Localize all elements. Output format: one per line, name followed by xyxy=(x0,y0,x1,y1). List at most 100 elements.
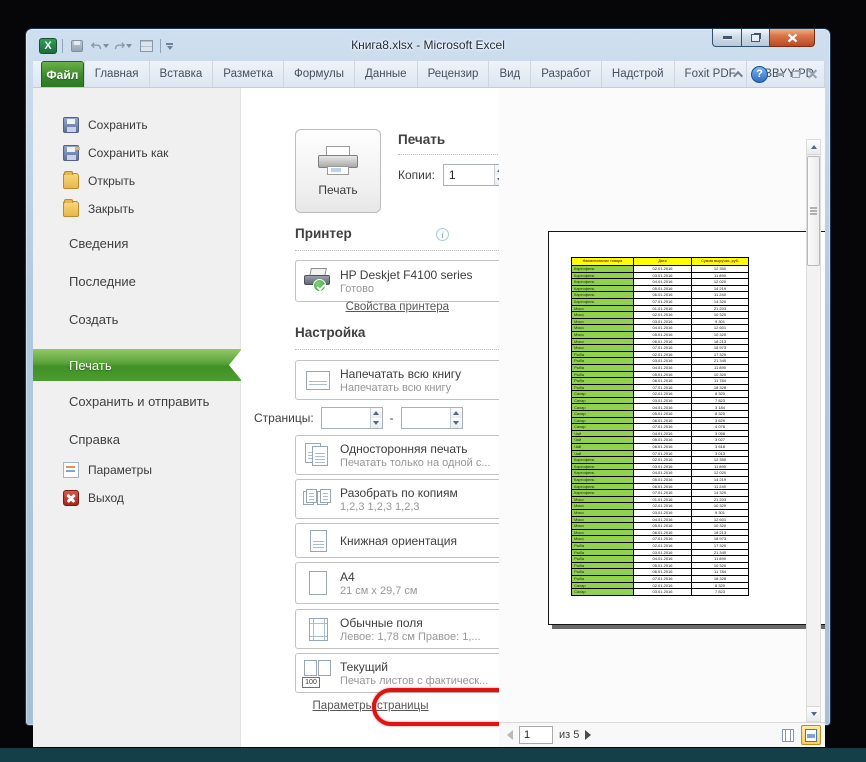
scaling-dropdown[interactable]: 100 Текущий Печать листов с фактическ... xyxy=(295,653,520,693)
pages-to-input[interactable] xyxy=(401,408,450,428)
preview-table-cell: 02.01.2016 xyxy=(634,542,692,550)
preview-table-cell: Картофель xyxy=(572,483,634,491)
preview-table-cell: 3 013 xyxy=(692,450,749,458)
preview-table-cell: Рыба xyxy=(572,378,634,385)
preview-table-cell: Сахар xyxy=(572,411,634,418)
sidebar-item[interactable]: Параметры xyxy=(33,462,241,478)
printer-dropdown[interactable]: HP Deskjet F4100 series Готово xyxy=(295,260,520,302)
sidebar-item[interactable]: Выход xyxy=(33,490,241,506)
paper-size-dropdown[interactable]: A4 21 см x 29,7 см xyxy=(295,562,520,604)
zoom-to-page-button[interactable] xyxy=(801,725,821,745)
preview-table-cell: 8 320 xyxy=(692,411,749,418)
show-margins-icon xyxy=(782,728,794,742)
tab-8[interactable]: Разработ xyxy=(531,61,602,87)
print-button[interactable]: Печать xyxy=(295,129,381,213)
preview-table-cell: 11 890 xyxy=(692,364,749,372)
options-icon xyxy=(63,462,79,478)
sidebar-item[interactable]: Сохранить и отправить xyxy=(33,394,241,409)
pages-from-down[interactable] xyxy=(370,418,382,428)
scroll-up-button[interactable] xyxy=(807,140,820,155)
preview-table-cell: 3 058 xyxy=(692,430,749,438)
margins-dropdown[interactable]: Обычные поля Левое: 1,78 см Правое: 1,..… xyxy=(295,609,520,649)
workbook-restore-button[interactable] xyxy=(792,70,800,78)
preview-table-cell: 21 203 xyxy=(692,305,749,313)
preview-table-cell: 3 027 xyxy=(692,437,749,445)
preview-table-cell: 12 350 xyxy=(692,457,749,464)
preview-scrollbar[interactable] xyxy=(806,139,821,722)
preview-table-cell: Чай xyxy=(572,430,634,438)
preview-table-cell: 12 601 xyxy=(692,325,749,332)
pages-to-down[interactable] xyxy=(450,418,462,428)
sidebar-item[interactable]: Справка xyxy=(33,432,241,447)
pages-to-spinner[interactable] xyxy=(400,407,463,429)
collate-dropdown[interactable]: Разобрать по копиям 1,2,3 1,2,3 1,2,3 xyxy=(295,479,520,519)
scrollbar-thumb[interactable] xyxy=(807,156,820,266)
show-margins-button[interactable] xyxy=(778,725,798,745)
preview-table-cell: 06.01.2016 xyxy=(634,483,692,491)
preview-table-cell: Мясо xyxy=(572,331,634,339)
preview-table-cell: Рыба xyxy=(572,371,634,379)
scaling-subtitle: Печать листов с фактическ... xyxy=(340,674,489,687)
preview-table-cell: 07.01.2016 xyxy=(634,345,692,352)
pages-from-input[interactable] xyxy=(321,408,370,428)
current-page-input[interactable] xyxy=(519,726,553,744)
preview-table-cell: 11 890 xyxy=(692,272,749,280)
preview-table-cell: 05.01.2016 xyxy=(634,285,692,293)
sidebar-item[interactable]: Открыть xyxy=(33,171,241,189)
pages-from-spinner[interactable] xyxy=(320,407,383,429)
tab-7[interactable]: Вид xyxy=(489,61,532,87)
pages-to-up[interactable] xyxy=(450,408,462,418)
preview-table-header: Сумма выручки, руб. xyxy=(692,258,749,266)
next-page-icon[interactable] xyxy=(585,730,592,740)
preview-table-cell: Картофель xyxy=(572,285,634,293)
close-button[interactable] xyxy=(770,29,815,47)
printer-properties-link[interactable]: Свойства принтера xyxy=(346,301,449,313)
tab-9[interactable]: Надстрой xyxy=(602,61,675,87)
preview-page: Наименование товара Дата Сумма выручки, ру… xyxy=(548,231,825,625)
preview-table-cell: 06.01.2016 xyxy=(634,338,692,346)
tab-4[interactable]: Формулы xyxy=(284,61,356,87)
tab-2[interactable]: Вставка xyxy=(150,61,214,87)
sidebar-item[interactable]: Сохранить xyxy=(33,117,241,133)
copies-input[interactable] xyxy=(443,165,494,185)
preview-table-cell: 10 320 xyxy=(692,371,749,379)
sidebar-item-label: Параметры xyxy=(88,463,152,477)
preview-table-cell: Мясо xyxy=(572,529,634,537)
copies-spinner[interactable] xyxy=(442,164,507,186)
scaling-title: Текущий xyxy=(340,659,388,674)
selected-arrow-notch xyxy=(229,349,242,381)
sidebar-item[interactable]: Закрыть xyxy=(33,199,241,217)
sidebar-item[interactable]: Последние xyxy=(33,274,241,289)
print-what-dropdown[interactable]: Напечатать всю книгу Напечатать всю книг… xyxy=(295,360,520,400)
ribbon-tab-bar: Файл Главная Вставка Разметка Формулы Данные… xyxy=(33,61,825,88)
tab-3[interactable]: Разметка xyxy=(213,61,284,87)
preview-table-cell: Сахар xyxy=(572,404,634,412)
workbook-close-button[interactable] xyxy=(808,70,817,79)
sidebar-item-label: Открыть xyxy=(88,174,136,188)
minimize-button[interactable] xyxy=(712,29,742,47)
scroll-down-button[interactable] xyxy=(807,706,820,721)
tab-6[interactable]: Рецензир xyxy=(418,61,490,87)
pages-from-up[interactable] xyxy=(370,408,382,418)
workbook-minimize-button[interactable] xyxy=(776,72,784,76)
preview-table-cell: 07.01.2016 xyxy=(634,424,692,431)
sidebar-item[interactable]: Сведения xyxy=(33,236,241,251)
sidebar-item-print-selected[interactable]: Печать xyxy=(33,349,242,381)
sidebar-item[interactable]: Создать xyxy=(33,312,241,327)
sides-dropdown[interactable]: Односторонняя печать Печатать только на … xyxy=(295,435,520,475)
page-setup-link[interactable]: Параметры страницы xyxy=(242,700,499,712)
collate-subtitle: 1,2,3 1,2,3 1,2,3 xyxy=(340,500,420,513)
orientation-dropdown[interactable]: Книжная ориентация xyxy=(295,523,520,558)
tab-5[interactable]: Данные xyxy=(355,61,418,87)
preview-table-cell: Мясо xyxy=(572,496,634,504)
title-bar[interactable]: X Книга8.xlsx - Microsoft Excel xyxy=(26,29,830,61)
help-button[interactable]: ? xyxy=(751,65,768,83)
margins-icon xyxy=(296,617,340,641)
restore-button[interactable] xyxy=(742,29,770,47)
minimize-icon xyxy=(722,36,732,39)
tab-file[interactable]: Файл xyxy=(41,61,84,87)
tab-1[interactable]: Главная xyxy=(83,61,150,87)
sidebar-item[interactable]: Сохранить как xyxy=(33,145,241,161)
copies-control: Копии: xyxy=(398,164,507,186)
previous-page-icon[interactable] xyxy=(507,730,513,740)
